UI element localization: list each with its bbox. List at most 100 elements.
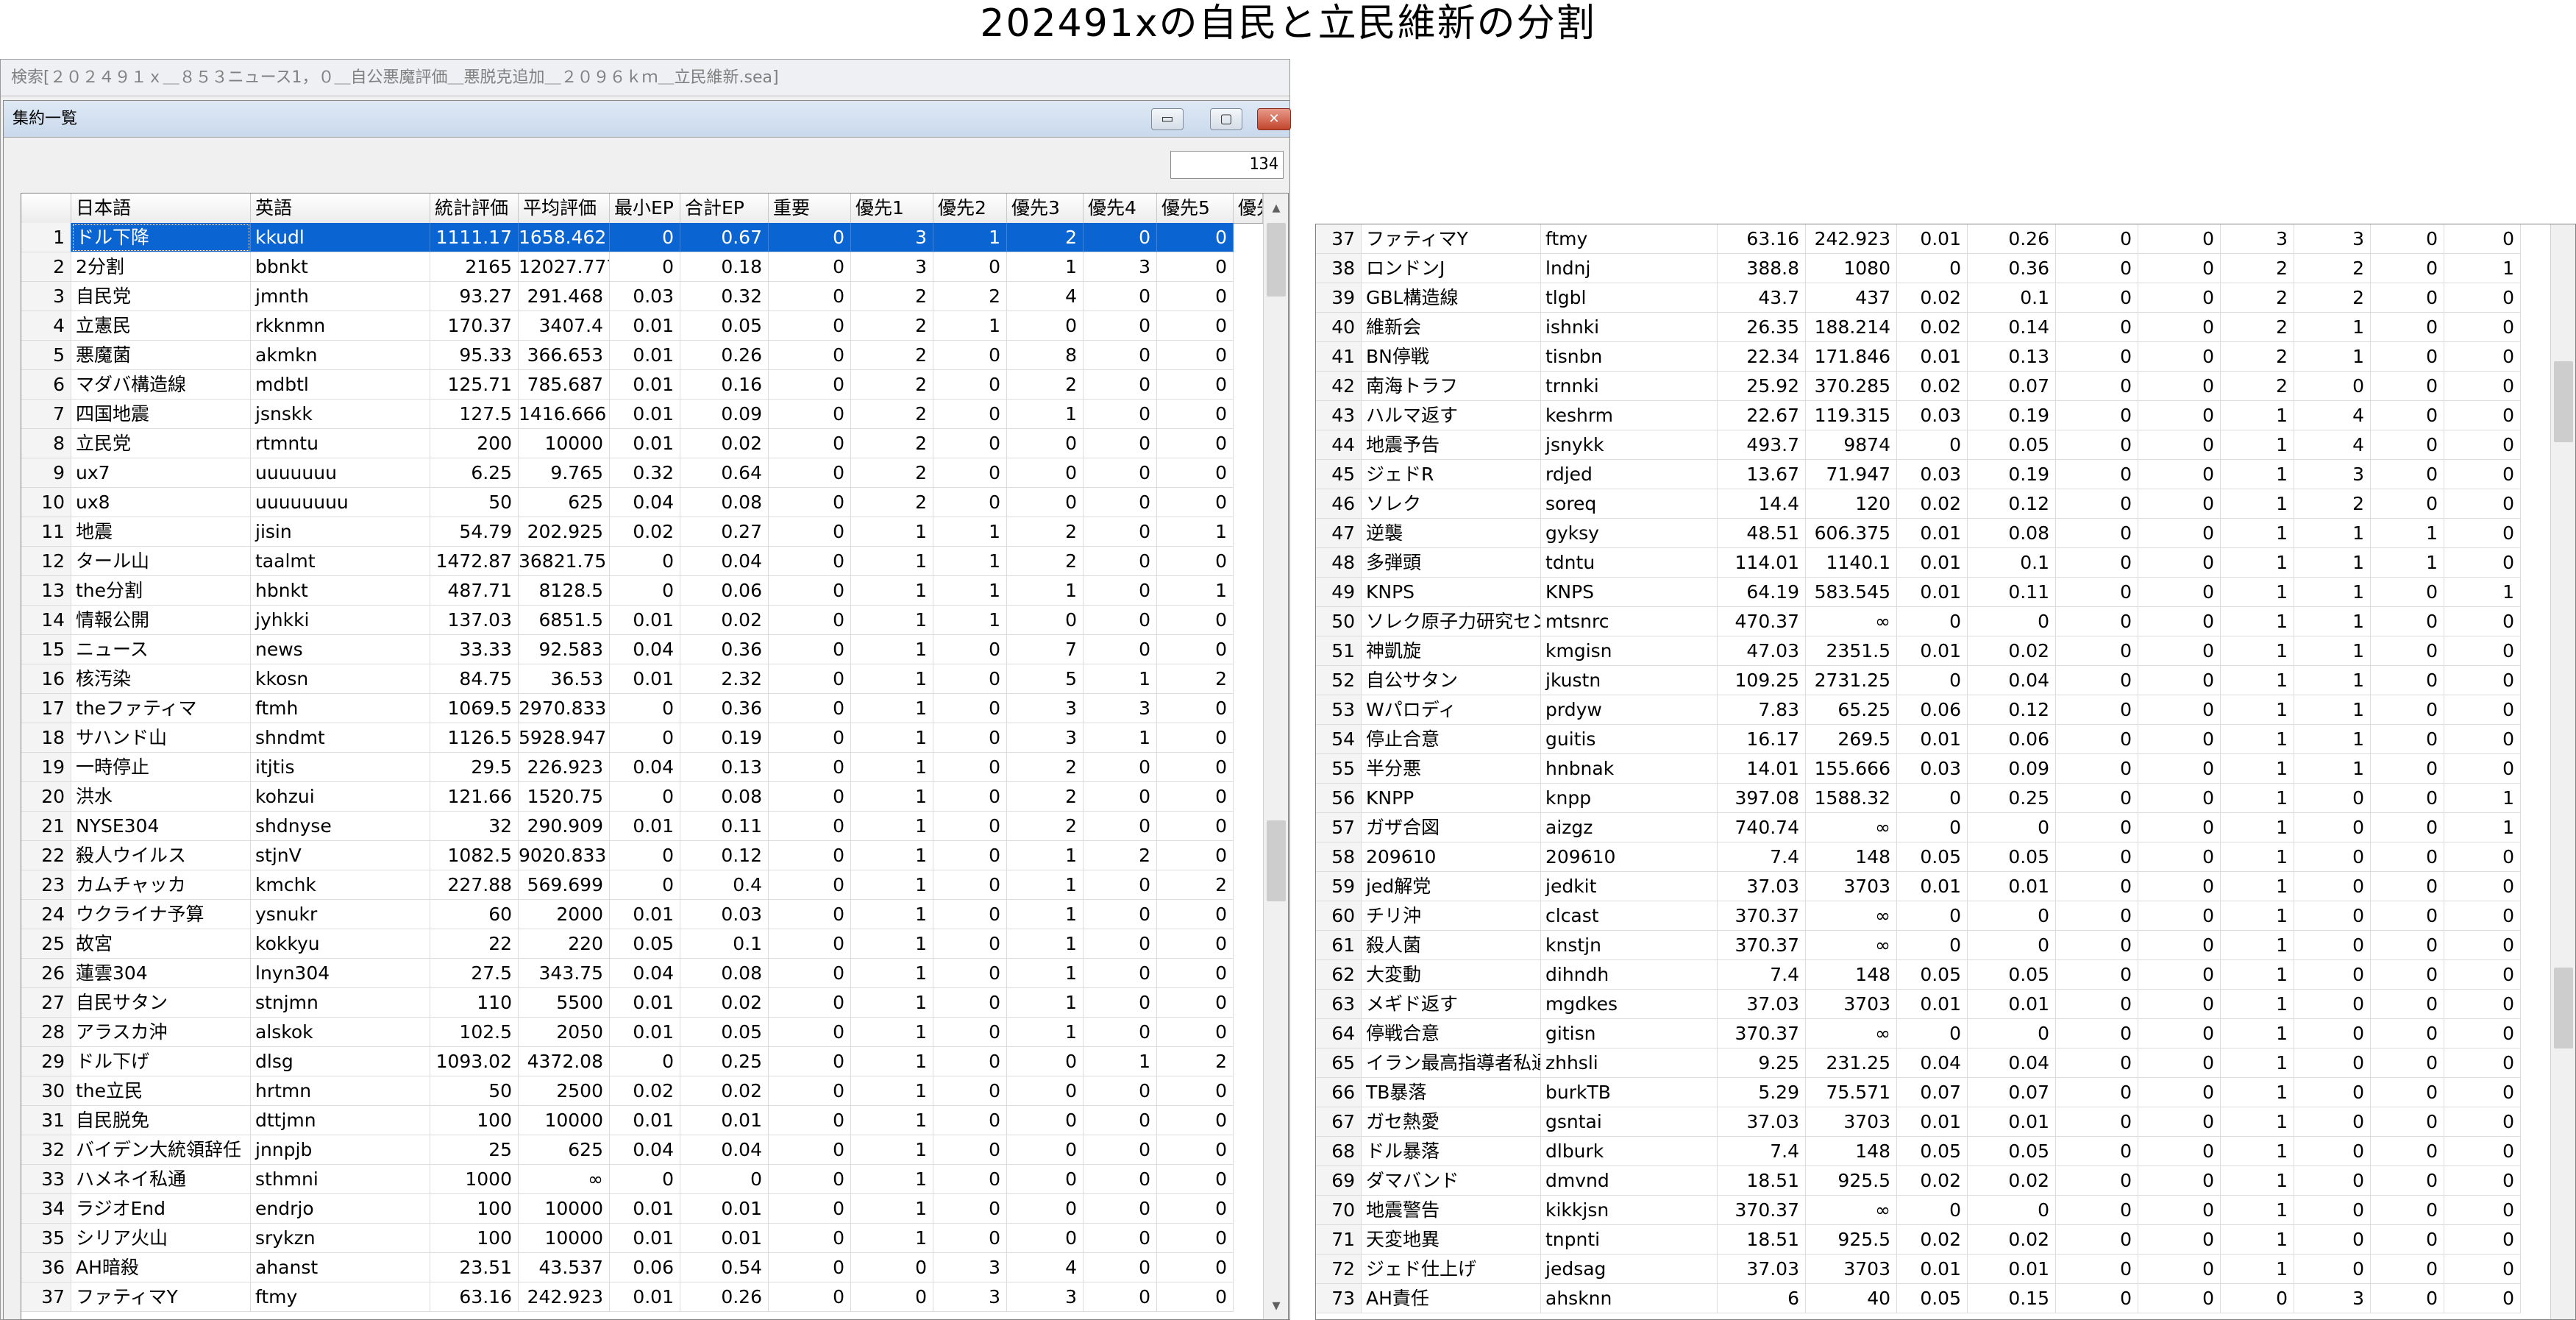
table-row[interactable]: 54 停止合意 guitis 16.17 269.5 0.01 0.06 0 0 1 1 0 0 (1316, 725, 2575, 754)
table-cell[interactable]: 26.35 (1718, 313, 1806, 342)
table-cell[interactable]: 0 (1897, 931, 1968, 960)
table-cell[interactable]: 1 (851, 900, 933, 929)
table-cell[interactable]: dmvnd (1541, 1166, 1718, 1196)
table-cell[interactable]: 209610 (1541, 842, 1718, 872)
table-row[interactable]: 58 209610 209610 7.4 148 0.05 0.05 0 0 1 0 0 0 (1316, 842, 2575, 872)
table-row[interactable]: 53 Wパロディ prdyw 7.83 65.25 0.06 0.12 0 0 1 1 0 0 (1316, 695, 2575, 725)
table-cell[interactable]: 0 (2138, 548, 2221, 578)
table-cell[interactable]: 25.92 (1718, 372, 1806, 401)
table-cell[interactable]: 0 (769, 458, 851, 488)
table-cell[interactable]: 148 (1806, 960, 1897, 990)
table-cell[interactable]: 0 (2371, 283, 2444, 313)
table-cell[interactable]: 2 (851, 282, 933, 311)
table-cell[interactable]: 0 (1084, 635, 1157, 664)
table-cell[interactable]: knstjn (1541, 931, 1718, 960)
table-cell[interactable]: ahsknn (1541, 1284, 1718, 1313)
table-cell[interactable]: 0.04 (1897, 1048, 1968, 1078)
table-cell[interactable]: 269.5 (1806, 725, 1897, 754)
column-header-13[interactable]: 優先 (1234, 194, 1263, 223)
table-cell[interactable]: 0 (933, 341, 1007, 370)
table-cell[interactable]: 0 (2056, 1225, 2138, 1255)
minimize-button[interactable]: ▭ (1151, 108, 1184, 130)
table-row[interactable]: 68 ドル暴落 dlburk 7.4 148 0.05 0.05 0 0 1 0 0 0 (1316, 1137, 2575, 1166)
table-cell[interactable]: 0 (769, 1018, 851, 1047)
table-cell[interactable]: ∞ (1806, 813, 1897, 842)
table-cell[interactable]: 95.33 (430, 341, 519, 370)
table-cell[interactable]: 0 (2056, 372, 2138, 401)
table-cell[interactable]: 0 (1157, 694, 1234, 723)
table-cell[interactable]: 0 (2138, 1107, 2221, 1137)
table-cell[interactable]: 0 (2444, 725, 2521, 754)
table-cell[interactable]: 立民党 (71, 429, 251, 458)
table-cell[interactable]: 0 (2371, 224, 2444, 254)
table-cell[interactable]: 0.05 (1968, 1137, 2056, 1166)
table-cell[interactable]: 0 (2444, 313, 2521, 342)
table-cell[interactable]: 7.83 (1718, 695, 1806, 725)
table-row[interactable]: 35 シリア火山 srykzn 100 10000 0.01 0.01 0 1 0 0 0 0 (21, 1224, 1288, 1253)
table-cell[interactable]: 0 (1897, 813, 1968, 842)
table-cell[interactable]: 0.02 (1897, 372, 1968, 401)
table-cell[interactable]: 1588.32 (1806, 784, 1897, 813)
table-cell[interactable]: 0 (2371, 636, 2444, 666)
table-row[interactable]: 47 逆襲 gyksy 48.51 606.375 0.01 0.08 0 0 1 1 1 0 (1316, 519, 2575, 548)
table-cell[interactable]: 0 (2371, 254, 2444, 283)
table-cell[interactable]: シリア火山 (71, 1224, 251, 1253)
table-cell[interactable]: 1126.5 (430, 723, 519, 753)
table-row[interactable]: 65 イラン最高指導者私通 zhhsli 9.25 231.25 0.04 0.04 0 0 1 0… (1316, 1048, 2575, 1078)
table-cell[interactable]: 2 (1007, 753, 1084, 782)
table-cell[interactable]: 0.27 (680, 517, 769, 547)
table-cell[interactable]: ファティマY (71, 1282, 251, 1312)
table-cell[interactable]: 0 (610, 1165, 680, 1194)
table-cell[interactable]: 50 (430, 488, 519, 517)
table-cell[interactable]: 0 (2444, 1255, 2521, 1284)
table-cell[interactable]: 0.19 (680, 723, 769, 753)
table-cell[interactable]: 1 (933, 576, 1007, 606)
table-cell[interactable]: 0 (2138, 813, 2221, 842)
table-cell[interactable]: 多弾頭 (1362, 548, 1541, 578)
table-cell[interactable]: 0 (1084, 959, 1157, 988)
table-row[interactable]: 6 マダバ構造線 mdbtl 125.71 785.687 0.01 0.16 0 2 0 2 0 0 (21, 370, 1288, 400)
table-cell[interactable]: hnbnak (1541, 754, 1718, 784)
table-cell[interactable]: 0.02 (680, 1076, 769, 1106)
table-cell[interactable]: 0 (933, 1076, 1007, 1106)
table-cell[interactable]: 0.01 (1897, 548, 1968, 578)
table-cell[interactable]: 13.67 (1718, 460, 1806, 489)
table-cell[interactable]: kohzui (251, 782, 430, 812)
table-cell[interactable]: 2 (2221, 342, 2294, 372)
table-cell[interactable]: 0 (1157, 1076, 1234, 1106)
table-cell[interactable]: 0 (769, 1253, 851, 1282)
table-cell[interactable]: 0 (1157, 370, 1234, 400)
table-row[interactable]: 27 自民サタン stnjmn 110 5500 0.01 0.02 0 1 0 1 0 0 (21, 988, 1288, 1018)
table-cell[interactable]: 0.05 (1897, 960, 1968, 990)
table-cell[interactable]: 0 (1157, 606, 1234, 635)
table-cell[interactable]: 109.25 (1718, 666, 1806, 695)
table-cell[interactable]: 0 (2138, 578, 2221, 607)
table-cell[interactable]: 0.01 (610, 1224, 680, 1253)
table-cell[interactable]: 0 (2444, 636, 2521, 666)
table-cell[interactable]: 100 (430, 1106, 519, 1135)
table-cell[interactable]: 1 (2221, 901, 2294, 931)
table-cell[interactable]: 0 (933, 841, 1007, 870)
table-cell[interactable]: 1 (2371, 548, 2444, 578)
table-cell[interactable]: 0 (1084, 429, 1157, 458)
table-cell[interactable]: 0 (933, 1224, 1007, 1253)
table-cell[interactable]: 0 (2056, 607, 2138, 636)
table-cell[interactable]: 100 (430, 1224, 519, 1253)
table-cell[interactable]: 0 (2138, 401, 2221, 430)
table-cell[interactable]: 停止合意 (1362, 725, 1541, 754)
table-row[interactable]: 43 ハルマ返す keshrm 22.67 119.315 0.03 0.19 0 0 1 4 0 0 (1316, 401, 2575, 430)
table-cell[interactable]: 1000 (430, 1165, 519, 1194)
table-cell[interactable]: TB暴落 (1362, 1078, 1541, 1107)
table-cell[interactable]: 22.67 (1718, 401, 1806, 430)
table-cell[interactable]: 2 (851, 341, 933, 370)
table-cell[interactable]: 0 (2294, 842, 2371, 872)
table-cell[interactable]: 0 (2371, 1048, 2444, 1078)
table-cell[interactable]: 3 (2294, 460, 2371, 489)
table-row[interactable]: 69 ダマバンド dmvnd 18.51 925.5 0.02 0.02 0 0 1 0 0 0 (1316, 1166, 2575, 1196)
table-cell[interactable]: 569.699 (519, 870, 610, 900)
table-cell[interactable]: 0 (1897, 784, 1968, 813)
table-row[interactable]: 38 ロンドンJ lndnj 388.8 1080 0 0.36 0 0 2 2 0 1 (1316, 254, 2575, 283)
table-cell[interactable]: 2 (1157, 1047, 1234, 1076)
table-row[interactable]: 70 地震警告 kikkjsn 370.37 ∞ 0 0 0 0 1 0 0 0 (1316, 1196, 2575, 1225)
table-cell[interactable]: 170.37 (430, 311, 519, 341)
